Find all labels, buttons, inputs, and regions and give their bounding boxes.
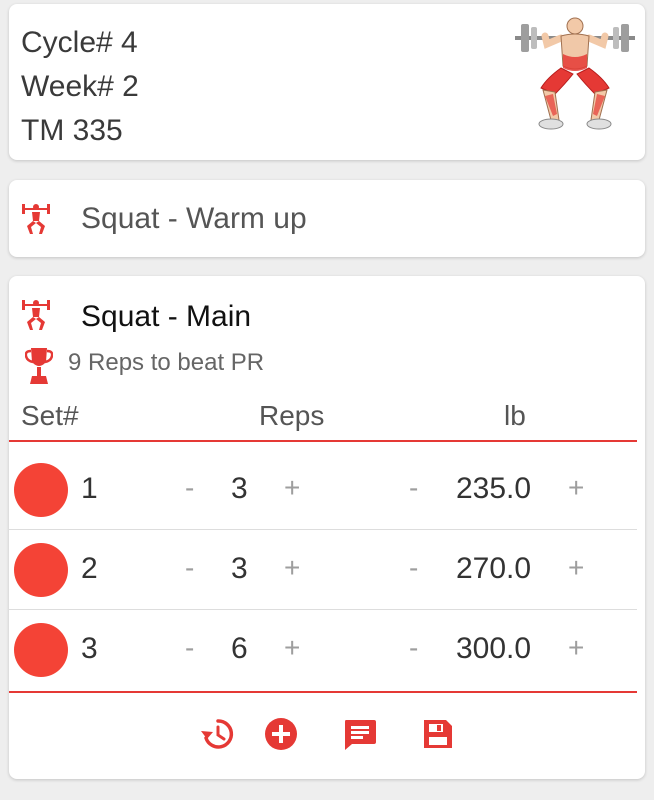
set-row: 3 - 6 + - 300.0 + bbox=[9, 610, 637, 690]
squat-athlete-illustration bbox=[515, 17, 635, 130]
reps-increment-button[interactable]: + bbox=[284, 552, 300, 584]
weight-column-header: lb bbox=[504, 400, 526, 431]
week-label: Week# 2 bbox=[21, 70, 139, 103]
warmup-title: Squat - Warm up bbox=[81, 202, 307, 235]
reps-decrement-button[interactable]: - bbox=[185, 472, 194, 504]
warmup-card[interactable]: Squat - Warm up bbox=[9, 180, 645, 257]
trophy-icon bbox=[25, 348, 53, 384]
reps-increment-button[interactable]: + bbox=[284, 632, 300, 664]
weight-decrement-button[interactable]: - bbox=[409, 632, 418, 664]
weight-increment-button[interactable]: + bbox=[568, 552, 584, 584]
reps-value: 3 bbox=[231, 472, 248, 505]
weight-value: 270.0 bbox=[456, 552, 532, 585]
set-number: 1 bbox=[81, 472, 98, 505]
cycle-info-card: Cycle# 4 Week# 2 TM 335 bbox=[9, 4, 645, 160]
set-column-header: Set# bbox=[21, 400, 79, 431]
set-row: 2 - 3 + - 270.0 + bbox=[9, 530, 637, 610]
save-icon[interactable] bbox=[420, 716, 456, 752]
table-bottom-divider bbox=[9, 691, 637, 693]
weight-decrement-button[interactable]: - bbox=[409, 472, 418, 504]
reps-decrement-button[interactable]: - bbox=[185, 552, 194, 584]
weight-decrement-button[interactable]: - bbox=[409, 552, 418, 584]
training-max-label: TM 335 bbox=[21, 114, 123, 147]
comment-icon[interactable] bbox=[342, 716, 378, 752]
set-complete-toggle[interactable] bbox=[14, 463, 68, 517]
set-number: 2 bbox=[81, 552, 98, 585]
table-top-divider bbox=[9, 440, 637, 442]
reps-decrement-button[interactable]: - bbox=[185, 632, 194, 664]
history-icon[interactable] bbox=[199, 716, 235, 752]
reps-value: 3 bbox=[231, 552, 248, 585]
set-complete-toggle[interactable] bbox=[14, 623, 68, 677]
weight-increment-button[interactable]: + bbox=[568, 472, 584, 504]
set-row: 1 - 3 + - 235.0 + bbox=[9, 450, 637, 530]
cycle-label: Cycle# 4 bbox=[21, 26, 138, 59]
squat-figure-icon bbox=[22, 204, 50, 234]
reps-column-header: Reps bbox=[259, 400, 325, 431]
pr-hint: 9 Reps to beat PR bbox=[68, 349, 265, 376]
reps-value: 6 bbox=[231, 632, 248, 665]
squat-figure-icon bbox=[22, 300, 50, 330]
weight-increment-button[interactable]: + bbox=[568, 632, 584, 664]
set-complete-toggle[interactable] bbox=[14, 543, 68, 597]
main-set-card: Squat - Main 9 Reps to beat PR Set# Reps… bbox=[9, 276, 645, 779]
add-circle-icon[interactable] bbox=[263, 716, 299, 752]
main-title: Squat - Main bbox=[81, 300, 252, 333]
weight-value: 235.0 bbox=[456, 472, 532, 505]
set-number: 3 bbox=[81, 632, 98, 665]
reps-increment-button[interactable]: + bbox=[284, 472, 300, 504]
weight-value: 300.0 bbox=[456, 632, 532, 665]
